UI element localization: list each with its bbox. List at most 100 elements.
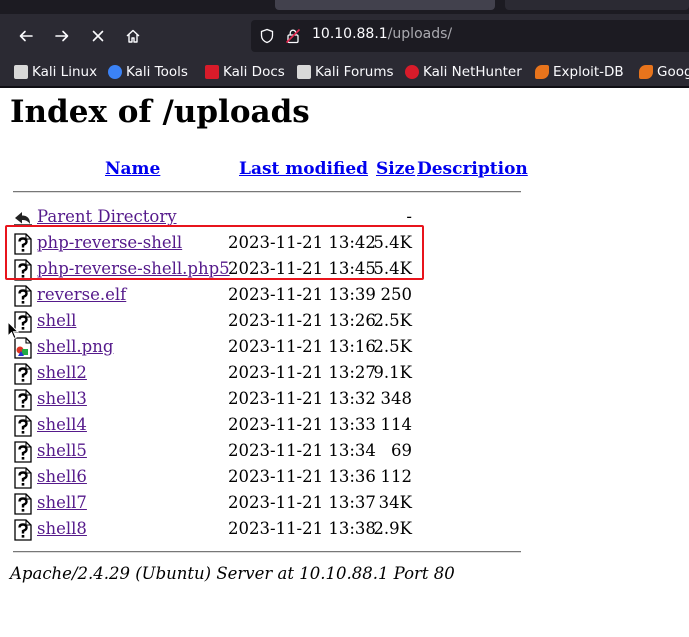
file-link[interactable]: shell3 [37,389,87,408]
file-modified: 2023-11-21 13:34 [228,441,376,460]
bookmark-kali-docs[interactable]: Kali Docs [205,62,285,82]
kali-tools-icon [108,65,122,79]
bookmark-label: Kali NetHunter [423,64,522,80]
server-signature: Apache/2.4.29 (Ubuntu) Server at 10.10.8… [10,564,455,583]
unknown-file-icon [14,441,32,463]
parent-size: - [406,207,412,226]
url-text[interactable]: 10.10.88.1/uploads/ [312,26,452,42]
file-row: shell7 2023-11-21 13:37 34K [0,491,689,517]
arrow-right-icon [55,30,69,42]
page-title: Index of /uploads [10,94,310,130]
file-modified: 2023-11-21 13:38 [228,519,376,538]
file-row: shell6 2023-11-21 13:36 112 [0,465,689,491]
bookmark-label: Kali Docs [223,64,285,80]
file-row: shell4 2023-11-21 13:33 114 [0,413,689,439]
file-modified: 2023-11-21 13:27 [228,363,376,382]
file-modified: 2023-11-21 13:39 [228,285,376,304]
tab-active[interactable] [275,0,495,10]
bookmark-google-hacking-db[interactable]: Goog [639,62,689,82]
column-header-last-modified[interactable]: Last modified [239,159,368,179]
file-row: shell8 2023-11-21 13:38 2.9K [0,517,689,543]
file-link[interactable]: shell2 [37,363,87,382]
stop-button[interactable] [83,21,113,51]
shield-icon[interactable] [259,28,275,44]
file-size: 2.9K [373,519,412,538]
file-link[interactable]: shell.png [37,337,113,356]
file-row: shell5 2023-11-21 13:34 69 [0,439,689,465]
google-hacking-db-icon [639,65,653,79]
file-size: 114 [380,415,413,434]
file-link[interactable]: shell [37,311,76,330]
forward-button[interactable] [47,21,77,51]
file-row: shell 2023-11-21 13:26 2.5K [0,309,689,335]
unknown-file-icon [14,389,32,411]
kali-dragon-icon [14,65,28,79]
bookmark-kali-nethunter[interactable]: Kali NetHunter [405,62,522,82]
file-row: reverse.elf 2023-11-21 13:39 250 [0,283,689,309]
kali-nethunter-icon [405,65,419,79]
file-row: shell.png 2023-11-21 13:16 2.5K [0,335,689,361]
file-link[interactable]: shell8 [37,519,87,538]
tab-strip [0,0,689,14]
unknown-file-icon [14,363,32,385]
home-icon [126,29,140,43]
unknown-file-icon [14,467,32,489]
home-button[interactable] [118,21,148,51]
file-size: 348 [380,389,413,408]
file-modified: 2023-11-21 13:36 [228,467,376,486]
bookmark-label: Kali Forums [315,64,394,80]
file-modified: 2023-11-21 13:16 [228,337,376,356]
kali-docs-icon [205,65,219,79]
bookmark-exploit-db[interactable]: Exploit-DB [535,62,624,82]
page-content: Index of /uploads Name Last modified Siz… [0,88,689,637]
unknown-file-icon [14,519,32,541]
file-link[interactable]: shell5 [37,441,87,460]
column-header-size[interactable]: Size [376,159,415,179]
url-path: /uploads/ [387,26,453,42]
tab-inactive[interactable] [505,0,689,10]
unknown-file-icon [14,285,32,307]
exploit-db-icon [535,65,549,79]
column-header-description[interactable]: Description [417,159,528,179]
url-bar[interactable]: 10.10.88.1/uploads/ [251,20,689,52]
file-size: 112 [380,467,413,486]
file-modified: 2023-11-21 13:26 [228,311,376,330]
mouse-cursor-icon [7,321,19,340]
file-link[interactable]: shell7 [37,493,87,512]
arrow-left-icon [19,30,33,42]
bookmark-kali-forums[interactable]: Kali Forums [297,62,394,82]
file-size: 2.5K [373,311,412,330]
url-host: 10.10.88.1 [312,26,388,42]
bookmarks-toolbar: Kali Linux Kali Tools Kali Docs Kali For… [0,58,689,86]
header-divider [13,191,521,193]
file-size: 9.1K [373,363,412,382]
file-size: 34K [378,493,412,512]
file-link[interactable]: reverse.elf [37,285,126,304]
footer-divider [13,551,521,553]
column-header-name[interactable]: Name [105,159,160,179]
bookmark-kali-linux[interactable]: Kali Linux [14,62,97,82]
file-link[interactable]: shell4 [37,415,87,434]
file-modified: 2023-11-21 13:32 [228,389,376,408]
bookmark-label: Kali Tools [126,64,188,80]
bookmark-kali-tools[interactable]: Kali Tools [108,62,188,82]
annotation-highlight-box [5,225,424,280]
file-row: shell3 2023-11-21 13:32 348 [0,387,689,413]
unknown-file-icon [14,493,32,515]
bookmark-label: Kali Linux [32,64,98,80]
file-size: 2.5K [373,337,412,356]
file-modified: 2023-11-21 13:37 [228,493,376,512]
back-button[interactable] [11,21,41,51]
close-icon [92,30,104,42]
kali-forums-icon [297,65,311,79]
parent-directory-link[interactable]: Parent Directory [37,207,177,226]
bookmark-label: Goog [657,64,689,80]
unknown-file-icon [14,415,32,437]
navigation-toolbar: 10.10.88.1/uploads/ [0,14,689,58]
file-row: shell2 2023-11-21 13:27 9.1K [0,361,689,387]
file-link[interactable]: shell6 [37,467,87,486]
browser-chrome: 10.10.88.1/uploads/ Kali Linux Kali Tool… [0,0,689,88]
file-size: 250 [380,285,413,304]
bookmark-label: Exploit-DB [553,64,624,80]
lock-icon[interactable] [285,28,301,44]
